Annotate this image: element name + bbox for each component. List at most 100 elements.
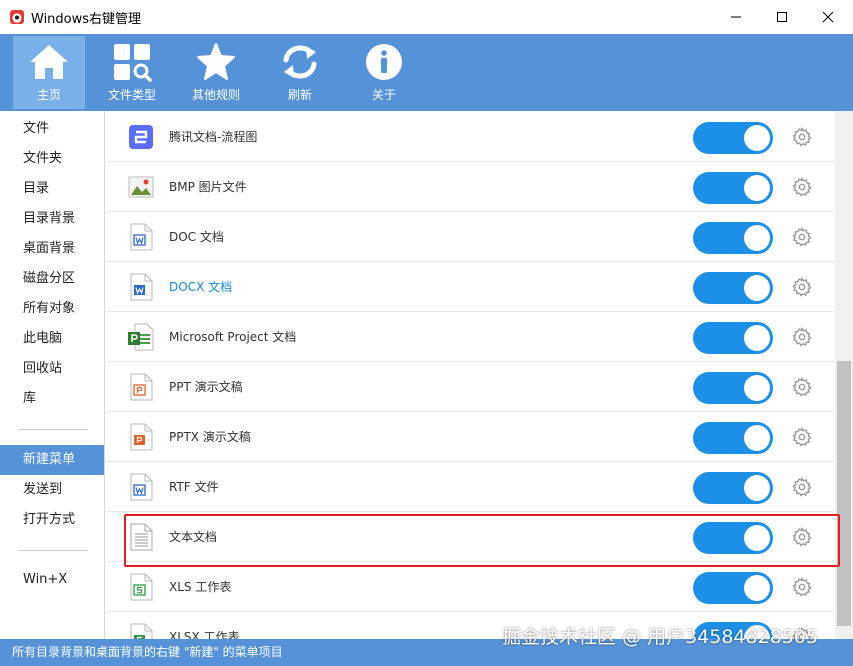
gear-icon[interactable] bbox=[792, 127, 812, 147]
gear-icon[interactable] bbox=[792, 427, 812, 447]
new-menu-list: 腾讯文档-流程图 BMP 图片文件 DOC 文档 DOCX 文档 Microso… bbox=[106, 111, 835, 639]
sidebar-item-desktop-background[interactable]: 桌面背景 bbox=[0, 234, 104, 264]
toolbar-about-button[interactable]: 关于 bbox=[348, 36, 420, 109]
sidebar-item-win-x[interactable]: Win+X bbox=[0, 565, 104, 595]
list-item: 文本文档 bbox=[106, 512, 835, 562]
rtf-file-icon bbox=[130, 473, 153, 501]
list-item-name: DOC 文档 bbox=[169, 230, 224, 244]
home-icon bbox=[30, 45, 68, 79]
toolbar-about-label: 关于 bbox=[371, 88, 396, 102]
list-item-name: BMP 图片文件 bbox=[169, 180, 247, 194]
enable-toggle[interactable] bbox=[693, 272, 773, 304]
list-item: PPT 演示文稿 bbox=[106, 362, 835, 412]
bmp-image-icon bbox=[128, 176, 154, 198]
list-item-name: DOCX 文档 bbox=[169, 280, 233, 294]
enable-toggle[interactable] bbox=[693, 172, 773, 204]
category-sidebar: 文件 文件夹 目录 目录背景 桌面背景 磁盘分区 所有对象 此电脑 回收站 库 … bbox=[0, 111, 105, 639]
watermark-text: 掘金技术社区 @ 用户3458482850​5 bbox=[502, 626, 819, 648]
app-window: Windows右键管理 主页 文件类型 其他规则 刷新 关于 文件 文件夹 目录… bbox=[0, 0, 853, 666]
list-item-name: RTF 文件 bbox=[169, 480, 219, 494]
sidebar-item-send-to[interactable]: 发送到 bbox=[0, 475, 104, 505]
sidebar-item-file[interactable]: 文件 bbox=[0, 114, 104, 144]
minimize-icon bbox=[731, 16, 741, 18]
main-toolbar: 主页 文件类型 其他规则 刷新 关于 bbox=[0, 34, 853, 111]
text-file-icon bbox=[130, 523, 153, 551]
maximize-icon bbox=[777, 12, 787, 22]
xls-file-icon bbox=[130, 573, 153, 601]
list-item: DOCX 文档 bbox=[106, 262, 835, 312]
refresh-icon bbox=[283, 45, 317, 79]
doc-file-icon bbox=[130, 223, 153, 251]
enable-toggle[interactable] bbox=[693, 372, 773, 404]
scrollbar-thumb[interactable] bbox=[837, 361, 851, 626]
sidebar-item-recycle-bin[interactable]: 回收站 bbox=[0, 354, 104, 384]
toolbar-other-rules-label: 其他规则 bbox=[191, 88, 240, 102]
status-text: 所有目录背景和桌面背景的右键 "新建" 的菜单项目 bbox=[12, 645, 283, 659]
ppt-file-icon bbox=[130, 373, 153, 401]
enable-toggle[interactable] bbox=[693, 522, 773, 554]
sidebar-item-library[interactable]: 库 bbox=[0, 384, 104, 414]
list-item: PPTX 演示文稿 bbox=[106, 412, 835, 462]
sidebar-item-directory-background[interactable]: 目录背景 bbox=[0, 204, 104, 234]
list-scrollbar[interactable] bbox=[835, 111, 853, 639]
tencent-flowchart-icon bbox=[129, 125, 153, 149]
info-icon bbox=[366, 44, 402, 80]
close-button[interactable] bbox=[805, 0, 851, 34]
enable-toggle[interactable] bbox=[693, 422, 773, 454]
sidebar-item-open-with[interactable]: 打开方式 bbox=[0, 505, 104, 535]
sidebar-item-this-pc[interactable]: 此电脑 bbox=[0, 324, 104, 354]
list-item: DOC 文档 bbox=[106, 212, 835, 262]
enable-toggle[interactable] bbox=[693, 322, 773, 354]
sidebar-item-all-objects[interactable]: 所有对象 bbox=[0, 294, 104, 324]
toolbar-refresh-label: 刷新 bbox=[287, 88, 312, 102]
list-item-name: XLSX 工作表 bbox=[169, 630, 240, 639]
sidebar-divider bbox=[18, 429, 88, 430]
gear-icon[interactable] bbox=[792, 227, 812, 247]
list-item-name: Microsoft Project 文档 bbox=[169, 330, 297, 344]
list-item: Microsoft Project 文档 bbox=[106, 312, 835, 362]
sidebar-item-folder[interactable]: 文件夹 bbox=[0, 144, 104, 174]
toolbar-file-type-button[interactable]: 文件类型 bbox=[96, 36, 168, 109]
gear-icon[interactable] bbox=[792, 177, 812, 197]
file-type-icon bbox=[114, 44, 152, 82]
close-icon bbox=[822, 11, 834, 23]
minimize-button[interactable] bbox=[713, 0, 759, 34]
toolbar-home-button[interactable]: 主页 bbox=[13, 36, 85, 109]
sidebar-item-new-menu[interactable]: 新建菜单 bbox=[0, 445, 104, 475]
toolbar-home-label: 主页 bbox=[36, 88, 61, 102]
maximize-button[interactable] bbox=[759, 0, 805, 34]
enable-toggle[interactable] bbox=[693, 222, 773, 254]
list-item: BMP 图片文件 bbox=[106, 162, 835, 212]
sidebar-item-disk-partition[interactable]: 磁盘分区 bbox=[0, 264, 104, 294]
sidebar-divider bbox=[18, 550, 88, 551]
docx-file-icon bbox=[130, 273, 153, 301]
gear-icon[interactable] bbox=[792, 327, 812, 347]
gear-icon[interactable] bbox=[792, 277, 812, 297]
list-item-name: 文本文档 bbox=[169, 530, 218, 544]
toolbar-other-rules-button[interactable]: 其他规则 bbox=[180, 36, 252, 109]
enable-toggle[interactable] bbox=[693, 472, 773, 504]
list-item-name: PPT 演示文稿 bbox=[169, 380, 243, 394]
toolbar-refresh-button[interactable]: 刷新 bbox=[264, 36, 336, 109]
window-title: Windows右键管理 bbox=[31, 11, 142, 27]
list-item: 腾讯文档-流程图 bbox=[106, 112, 835, 162]
toolbar-file-type-label: 文件类型 bbox=[107, 88, 156, 102]
project-file-icon bbox=[128, 323, 154, 351]
enable-toggle[interactable] bbox=[693, 572, 773, 604]
list-item-name: PPTX 演示文稿 bbox=[169, 430, 251, 444]
list-item: XLS 工作表 bbox=[106, 562, 835, 612]
gear-icon[interactable] bbox=[792, 527, 812, 547]
enable-toggle[interactable] bbox=[693, 122, 773, 154]
gear-icon[interactable] bbox=[792, 377, 812, 397]
gear-icon[interactable] bbox=[792, 577, 812, 597]
list-item-name: 腾讯文档-流程图 bbox=[169, 130, 258, 144]
xlsx-file-icon bbox=[130, 623, 153, 639]
pptx-file-icon bbox=[130, 423, 153, 451]
list-item-name: XLS 工作表 bbox=[169, 580, 232, 594]
gear-icon[interactable] bbox=[792, 477, 812, 497]
star-icon bbox=[197, 43, 235, 80]
title-bar: Windows右键管理 bbox=[0, 0, 853, 34]
list-item: RTF 文件 bbox=[106, 462, 835, 512]
app-logo-icon bbox=[10, 10, 24, 24]
sidebar-item-directory[interactable]: 目录 bbox=[0, 174, 104, 204]
